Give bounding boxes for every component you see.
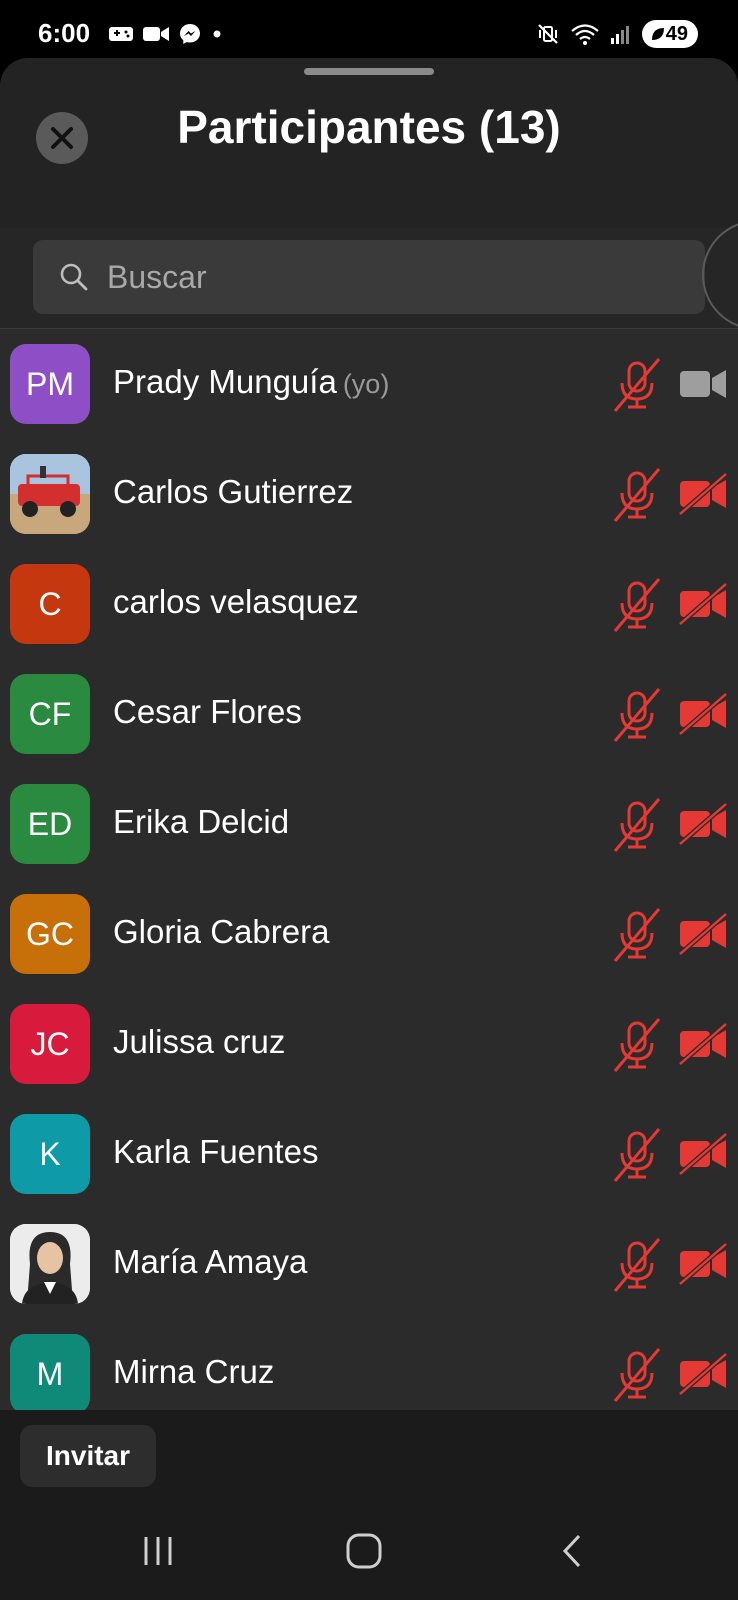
search-icon (57, 260, 91, 294)
mic-muted-icon[interactable] (612, 1347, 662, 1403)
self-tag: (yo) (342, 369, 390, 399)
signal-icon (610, 26, 629, 44)
video-call-icon (143, 27, 169, 41)
battery-level: 49 (665, 22, 688, 45)
avatar: C (10, 564, 90, 644)
home-icon (346, 1533, 382, 1569)
avatar-photo (10, 454, 90, 534)
participant-row[interactable]: C carlos velasquez (0, 549, 738, 659)
status-bar: 6:00 49 (0, 0, 738, 60)
red-jeep-photo (10, 454, 90, 534)
participant-name: Carlos Gutierrez (113, 473, 354, 510)
video-off-icon[interactable] (678, 1022, 728, 1066)
search-row (0, 220, 738, 330)
mic-muted-icon[interactable] (612, 1127, 662, 1183)
video-off-icon[interactable] (678, 692, 728, 736)
edge-button[interactable] (702, 220, 738, 330)
mic-muted-icon[interactable] (612, 357, 662, 413)
avatar-initials: JC (30, 1025, 70, 1062)
participant-row[interactable]: K Karla Fuentes (0, 1099, 738, 1209)
home-button[interactable] (334, 1526, 394, 1576)
drag-handle[interactable] (304, 68, 434, 75)
participant-row[interactable]: Carlos Gutierrez (0, 439, 738, 549)
participant-row[interactable]: María Amaya (0, 1209, 738, 1319)
mic-muted-icon[interactable] (612, 577, 662, 633)
participant-name: Erika Delcid (113, 803, 290, 840)
video-off-icon[interactable] (678, 1352, 728, 1396)
participant-name: Prady Munguía (yo) (113, 363, 389, 401)
status-time: 6:00 (38, 18, 91, 48)
mic-muted-icon[interactable] (612, 687, 662, 743)
participant-name-text: Prady Munguía (113, 363, 337, 400)
footer-bar: Invitar (0, 1410, 738, 1500)
mic-muted-icon[interactable] (612, 467, 662, 523)
mic-muted-icon[interactable] (612, 907, 662, 963)
status-system-icons: 49 (536, 20, 698, 48)
video-off-icon[interactable] (678, 1242, 728, 1286)
participant-name: María Amaya (113, 1243, 308, 1280)
messenger-icon (180, 24, 200, 44)
participant-name: Karla Fuentes (113, 1133, 319, 1170)
avatar: M (10, 1334, 90, 1414)
avatar: K (10, 1114, 90, 1194)
participant-name: Cesar Flores (113, 693, 302, 730)
search-box[interactable] (33, 240, 705, 314)
avatar-initials: CF (28, 695, 72, 732)
video-on-icon[interactable] (678, 362, 728, 406)
avatar: JC (10, 1004, 90, 1084)
avatar-initials: PM (26, 365, 74, 402)
avatar-photo (10, 1224, 90, 1304)
gamepad-icon (109, 27, 133, 41)
mic-muted-icon[interactable] (612, 797, 662, 853)
battery-indicator: 49 (641, 20, 698, 48)
participant-list: PM Prady Munguía (yo) Carlos Gutierrez C … (0, 328, 738, 1468)
recent-apps-button[interactable] (128, 1526, 188, 1576)
page-title: Participantes (13) (177, 101, 561, 153)
participant-row[interactable]: CF Cesar Flores (0, 659, 738, 769)
video-off-icon[interactable] (678, 802, 728, 846)
participant-name: Mirna Cruz (113, 1353, 275, 1390)
avatar-initials: ED (27, 805, 73, 842)
participant-row[interactable]: ED Erika Delcid (0, 769, 738, 879)
avatar: CF (10, 674, 90, 754)
battery-saver-icon (651, 28, 664, 40)
woman-portrait-photo (10, 1224, 90, 1304)
wifi-icon (571, 24, 599, 45)
avatar-initials: M (36, 1355, 64, 1392)
mic-muted-icon[interactable] (612, 1017, 662, 1073)
avatar: ED (10, 784, 90, 864)
avatar-initials: GC (26, 915, 74, 952)
participant-name: carlos velasquez (113, 583, 359, 620)
participants-sheet: Participantes (13) PM Prady Munguía(yo) … (0, 58, 738, 1500)
video-off-icon[interactable] (678, 472, 728, 516)
dot-icon (213, 30, 221, 38)
back-button[interactable] (542, 1526, 602, 1576)
video-off-icon[interactable] (678, 582, 728, 626)
avatar-initials: C (38, 585, 62, 622)
system-nav-bar (0, 1500, 738, 1600)
vibrate-mute-icon (537, 24, 558, 44)
invite-button[interactable]: Invitar (20, 1425, 156, 1487)
avatar: PM (10, 344, 90, 424)
participant-name: Gloria Cabrera (113, 913, 330, 950)
participant-row[interactable]: GC Gloria Cabrera (0, 879, 738, 989)
video-off-icon[interactable] (678, 912, 728, 956)
video-off-icon[interactable] (678, 1132, 728, 1176)
back-icon (562, 1534, 581, 1568)
mic-muted-icon[interactable] (612, 1237, 662, 1293)
participant-row[interactable]: JC Julissa cruz (0, 989, 738, 1099)
avatar-initials: K (39, 1135, 61, 1172)
recent-apps-icon (144, 1537, 172, 1565)
search-input[interactable] (107, 258, 647, 296)
status-notification-icons (108, 22, 224, 46)
participant-name: Julissa cruz (113, 1023, 286, 1060)
avatar: GC (10, 894, 90, 974)
participant-row[interactable]: PM Prady Munguía (yo) (0, 329, 738, 439)
